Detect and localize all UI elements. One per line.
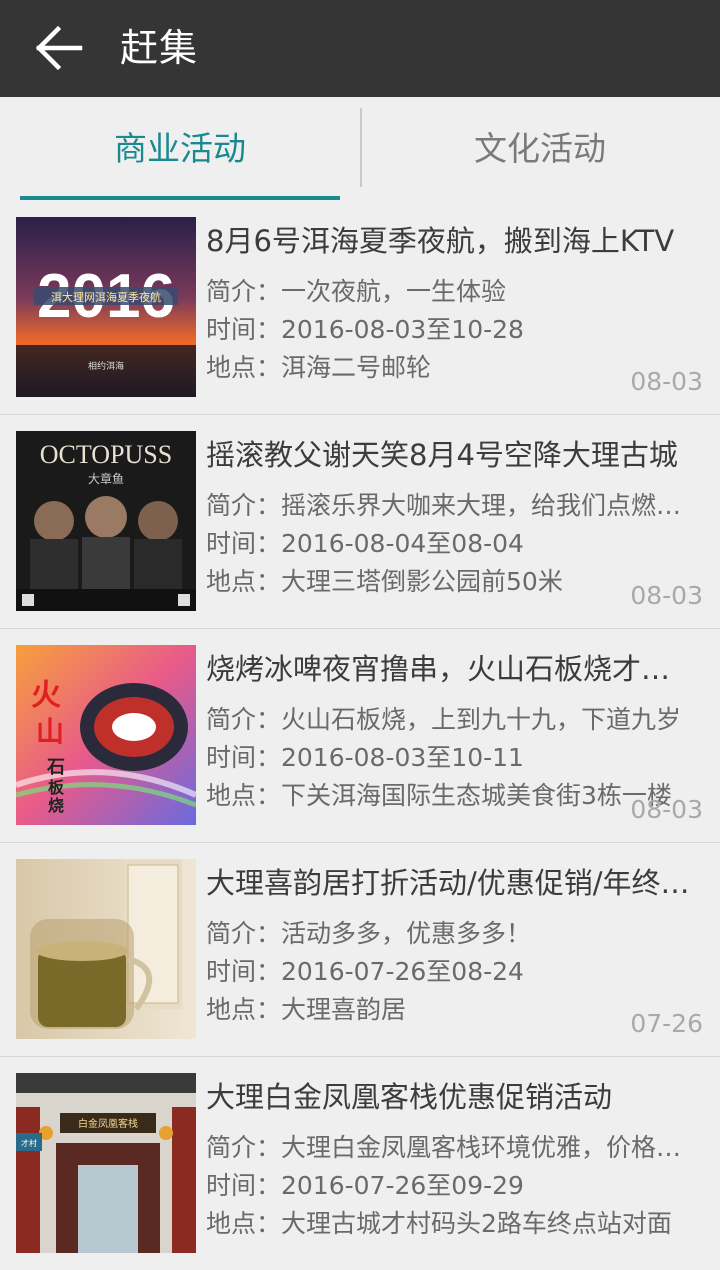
thumb-char-3: 石: [46, 757, 65, 778]
list-item[interactable]: 2016 洱大理网洱海夏季夜航 相约洱海 8月6号洱海夏季夜航，搬到海上KTV …: [0, 201, 720, 416]
event-time: 时间：2016-08-04至08-04: [206, 529, 524, 558]
event-intro: 简介：摇滚乐界大咖来大理，给我们点燃激情: [206, 491, 696, 520]
event-title: 烧烤冰啤夜宵撸串，火山石板烧才是王道: [206, 652, 690, 686]
thumb-char-1: 火: [31, 678, 61, 713]
arrow-left-icon[interactable]: [34, 25, 84, 71]
event-time: 时间：2016-07-26至09-29: [206, 1171, 524, 1200]
thumb-band-cn: 大章鱼: [88, 471, 124, 486]
event-thumbnail: 白金凤凰客栈 才村: [16, 1073, 196, 1253]
thumb-sign-2: 才村: [21, 1138, 37, 1148]
tab-bar: 商业活动 文化活动: [0, 97, 720, 201]
event-title: 大理白金凤凰客栈优惠促销活动: [206, 1080, 613, 1114]
event-title: 摇滚教父谢天笑8月4号空降大理古城: [206, 438, 678, 472]
event-title: 大理喜韵居打折活动/优惠促销/年终大促: [206, 866, 690, 900]
event-time: 时间：2016-08-03至10-28: [206, 315, 524, 344]
event-date: 08-03: [630, 795, 703, 824]
event-date: 08-03: [630, 367, 703, 396]
page-title: 赶集: [120, 26, 199, 70]
thumb-char-4: 板: [48, 778, 65, 797]
thumb-char-2: 山: [36, 715, 64, 748]
list-item[interactable]: OCTOPUSS 大章鱼 摇滚教父谢天笑8月4号空降大理古城 简介：摇滚乐界大咖…: [0, 415, 720, 630]
tab-business-events[interactable]: 商业活动: [0, 97, 360, 201]
thumb-caption: 洱大理网洱海夏季夜航: [51, 290, 161, 304]
thumb-subcaption: 相约洱海: [88, 360, 124, 372]
list-item[interactable]: 大理喜韵居打折活动/优惠促销/年终大促 简介：活动多多，优惠多多！ 时间：201…: [0, 843, 720, 1058]
event-place: 地点：大理古城才村码头2路车终点站对面: [206, 1209, 672, 1238]
event-thumbnail: [16, 859, 196, 1039]
event-thumbnail: 火 山 石 板 烧: [16, 645, 196, 825]
event-thumbnail: OCTOPUSS 大章鱼: [16, 431, 196, 611]
thumb-band: OCTOPUSS: [40, 440, 172, 469]
list-item[interactable]: 火 山 石 板 烧 烧烤冰啤夜宵撸串，火山石板烧才是王道 简介：火山石板烧，上到…: [0, 629, 720, 844]
thumb-sign: 白金凤凰客栈: [78, 1117, 138, 1130]
app-bar: 赶集: [0, 0, 720, 97]
event-title: 8月6号洱海夏季夜航，搬到海上KTV: [206, 224, 675, 258]
event-date: 07-26: [630, 1009, 703, 1038]
thumb-char-5: 烧: [48, 796, 64, 815]
tab-culture-events[interactable]: 文化活动: [360, 97, 720, 201]
event-intro: 简介：火山石板烧，上到九十九，下道九岁: [206, 705, 682, 734]
event-thumbnail: 2016 洱大理网洱海夏季夜航 相约洱海: [16, 217, 196, 397]
event-date: 08-03: [630, 581, 703, 610]
tab-indicator: [20, 196, 340, 200]
event-time: 时间：2016-08-03至10-11: [206, 743, 524, 772]
list-item[interactable]: 白金凤凰客栈 才村 大理白金凤凰客栈优惠促销活动 简介：大理白金凤凰客栈环境优雅…: [0, 1057, 720, 1270]
event-time: 时间：2016-07-26至08-24: [206, 957, 524, 986]
event-intro: 简介：大理白金凤凰客栈环境优雅，价格实惠: [206, 1133, 696, 1162]
event-intro: 简介：一次夜航，一生体验: [206, 277, 507, 306]
event-intro: 简介：活动多多，优惠多多！: [206, 919, 532, 948]
